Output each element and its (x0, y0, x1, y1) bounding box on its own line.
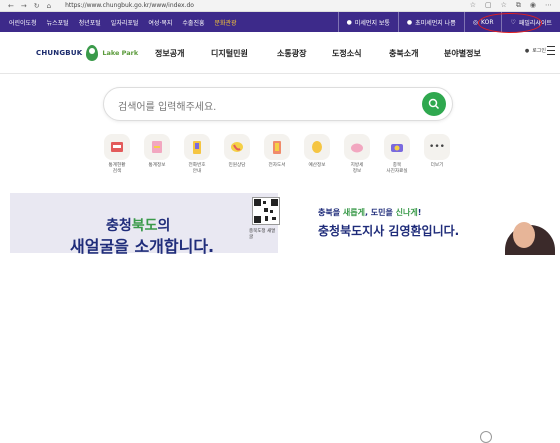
banner-right: 충북을 새롭게, 도민을 신나게! 충청북도지사 김영환입니다. (318, 207, 459, 239)
link-youth[interactable]: 청년포털 (74, 18, 106, 27)
main-header: CHUNGBUK Lake Park 정보공개 디지털민원 소통광장 도정소식 … (0, 32, 560, 74)
banner-title-line1: 충청북도의 (106, 215, 170, 235)
more-icon[interactable]: ⋯ (545, 1, 552, 10)
quick-item-stats-info[interactable]: 통계정보 (142, 134, 172, 169)
quick-item-stats-search[interactable]: 통계현황 검색 (102, 134, 132, 175)
quick-item-budget[interactable]: 예산정보 (302, 134, 332, 169)
login-button[interactable]: ● 로그인 (524, 47, 546, 55)
forward-icon[interactable]: → (21, 2, 27, 10)
site-links: 어린이도청 뉴스포털 청년포털 일자리포털 여성·복지 수출진흥 문화관광 (4, 18, 242, 27)
fine-dust-status: ● 미세먼지 보통 (337, 12, 398, 32)
quick-item-label: 지방세 정보 (350, 163, 364, 174)
nav-news[interactable]: 도정소식 (332, 48, 361, 59)
quick-item-ebook[interactable]: 전자도서 (262, 134, 292, 169)
quick-item-label: 전자도서 (268, 163, 286, 168)
banner-governor-intro: 충청북도지사 김영환입니다. (318, 224, 460, 238)
qr-caption: 충북도정 새얼굴 (249, 229, 276, 240)
slogan-part: , 도민을 (364, 208, 396, 217)
link-kids[interactable]: 어린이도청 (4, 18, 42, 27)
favorites-icon[interactable]: ☆ (501, 1, 507, 10)
quick-item-civil-consult[interactable]: 민원상담 (222, 134, 252, 169)
search-button[interactable] (422, 92, 446, 116)
banner-title-part: 북도 (131, 218, 158, 234)
fine-dust-label: 미세먼지 보통 (354, 19, 390, 27)
site-logo[interactable]: CHUNGBUK Lake Park (36, 44, 139, 61)
link-export[interactable]: 수출진흥 (177, 18, 209, 27)
tab-icon[interactable]: ▢ (485, 1, 492, 10)
nav-info-disclosure[interactable]: 정보공개 (155, 48, 184, 59)
quick-item-label: 전화번호 안내 (188, 163, 206, 174)
qr-code-image (252, 197, 280, 225)
quick-item-label: 더보기 (430, 163, 444, 168)
share-icon[interactable] (480, 431, 492, 443)
user-icon: ● (524, 47, 530, 54)
star-icon[interactable]: ☆ (470, 1, 476, 10)
search-icon (428, 98, 440, 110)
link-culture[interactable]: 문화관광 (210, 18, 242, 27)
banner-slogan: 충북을 새롭게, 도민을 신나게! (318, 207, 459, 218)
dust-icon: ● (346, 18, 352, 26)
browser-toolbar: ← → ↻ ⌂ https://www.chungbuk.go.kr/www/i… (0, 0, 560, 12)
stats-icon (104, 134, 130, 160)
quick-item-more[interactable]: ••• 더보기 (422, 134, 452, 169)
quick-item-local-tax[interactable]: 지방세 정보 (342, 134, 372, 175)
banner-title-line2: 새얼굴을 소개합니다. (70, 237, 215, 256)
link-jobs[interactable]: 일자리포털 (106, 18, 144, 27)
slogan-part: 새롭게 (342, 208, 365, 217)
quick-item-label: 충북 사진자료실 (386, 163, 408, 174)
quick-menu: 통계현황 검색 통계정보 전화번호 안내 민원상담 전자도서 예산정보 지방세 … (100, 134, 460, 184)
ebook-icon (264, 134, 290, 160)
utility-bar: 어린이도청 뉴스포털 청년포털 일자리포털 여성·복지 수출진흥 문화관광 ● 미… (0, 12, 560, 32)
more-dots-icon: ••• (424, 134, 450, 160)
search-input[interactable]: 검색어를 입력해주세요. (118, 98, 216, 113)
refresh-icon[interactable]: ↻ (34, 2, 40, 10)
address-bar[interactable]: https://www.chungbuk.go.kr/www/index.do (65, 2, 194, 9)
dust-icon: ● (406, 18, 413, 26)
hamburger-menu-icon[interactable] (547, 46, 555, 55)
red-circle-annotation (478, 13, 542, 33)
back-icon[interactable]: ← (8, 2, 14, 10)
call-icon (224, 134, 250, 160)
banner-title-part: 의 (157, 218, 171, 234)
home-icon[interactable]: ⌂ (47, 2, 51, 10)
slogan-part: ! (417, 208, 422, 217)
search-box[interactable]: 검색어를 입력해주세요. (103, 87, 453, 121)
slogan-part: 신나게 (395, 208, 418, 217)
logo-sub: Lake Park (102, 48, 139, 57)
collections-icon[interactable]: ⧉ (516, 1, 521, 10)
banner-title-part: 충청 (106, 218, 132, 234)
phone-book-icon (184, 134, 210, 160)
ultrafine-dust-status: ● 초미세먼지 나쁨 (397, 12, 464, 32)
quick-item-label: 통계현황 검색 (108, 163, 126, 174)
coin-icon (304, 134, 330, 160)
nav-digital-civil[interactable]: 디지털민원 (211, 48, 248, 59)
banner-left: 충청북도의 새얼굴을 소개합니다. 충북도정 새얼굴 (10, 193, 280, 256)
profile-icon[interactable]: ◉ (530, 1, 536, 10)
quick-item-label: 통계정보 (148, 163, 166, 168)
logo-brand: CHUNGBUK (36, 48, 83, 57)
link-welfare[interactable]: 여성·복지 (143, 18, 177, 27)
quick-item-label: 예산정보 (308, 163, 326, 168)
ultrafine-dust-label: 초미세먼지 나쁨 (415, 19, 456, 27)
quick-item-phonebook[interactable]: 전화번호 안내 (182, 134, 212, 175)
link-news[interactable]: 뉴스포털 (42, 18, 74, 27)
logo-pin-icon (86, 44, 99, 61)
slogan-part: 충북을 (318, 208, 343, 217)
quick-item-label: 민원상담 (228, 163, 246, 168)
nav-field-info[interactable]: 분야별정보 (444, 48, 481, 59)
chart-icon (144, 134, 170, 160)
nav-about[interactable]: 충북소개 (389, 48, 418, 59)
quick-item-photo-archive[interactable]: 충북 사진자료실 (382, 134, 412, 175)
camera-icon (384, 134, 410, 160)
piggy-bank-icon (344, 134, 370, 160)
main-banner[interactable]: 충청북도의 새얼굴을 소개합니다. 충북도정 새얼굴 충북을 새롭게, 도민을 … (0, 193, 560, 443)
login-label: 로그인 (532, 48, 546, 54)
nav-communication[interactable]: 소통광장 (277, 48, 306, 59)
governor-face (513, 222, 535, 248)
